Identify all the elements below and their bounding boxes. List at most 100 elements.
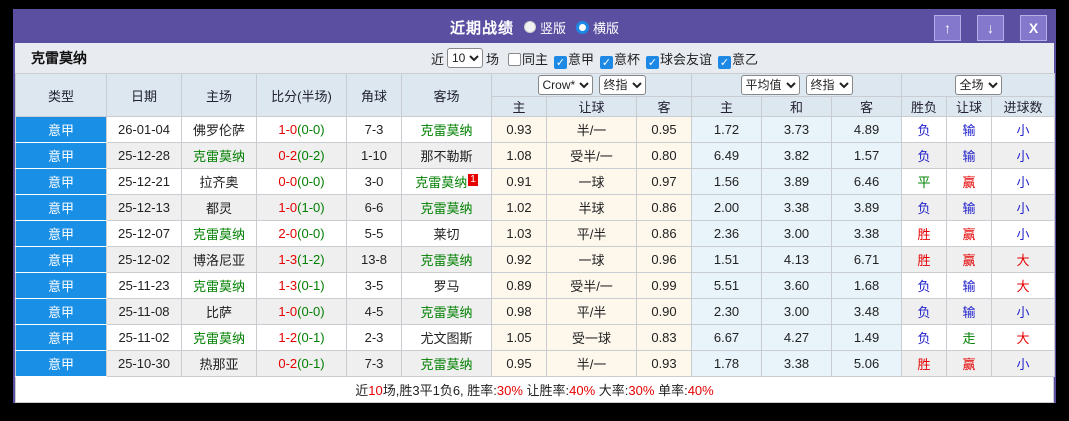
league-badge[interactable]: 意甲 [16,117,107,143]
league-badge[interactable]: 意甲 [16,169,107,195]
league-badge[interactable]: 意甲 [16,143,107,169]
odds-group-header: Crow* 终指 [492,74,692,97]
home-team[interactable]: 佛罗伦萨 [182,117,257,143]
away-team[interactable]: 克雷莫纳 [402,351,492,377]
score: 1-0(0-0) [257,117,347,143]
bookmaker-select[interactable]: Crow* [538,75,593,95]
red-card-badge: 1 [468,174,478,186]
avg-home: 6.67 [692,325,762,351]
odds-away: 0.93 [637,351,692,377]
close-icon: X [1029,20,1038,36]
result-outcome: 平 [902,169,947,195]
league-badge[interactable]: 意甲 [16,273,107,299]
checkbox-意杯[interactable]: ✓ [600,56,613,69]
home-team[interactable]: 博洛尼亚 [182,247,257,273]
result-outcome: 负 [902,325,947,351]
odds-stage-select-2[interactable]: 终指 [806,75,853,95]
table-row: 意甲 25-10-30 热那亚 0-2(0-1) 7-3 克雷莫纳 0.95 半… [16,351,1055,377]
subheader-odds-home: 主 [492,97,547,117]
home-team[interactable]: 都灵 [182,195,257,221]
checkbox-意乙[interactable]: ✓ [718,56,731,69]
score: 0-2(0-1) [257,351,347,377]
subheader-avg-away: 客 [832,97,902,117]
score: 1-3(1-2) [257,247,347,273]
away-team[interactable]: 那不勒斯 [402,143,492,169]
avg-draw: 4.13 [762,247,832,273]
home-team[interactable]: 克雷莫纳 [182,325,257,351]
away-team[interactable]: 罗马 [402,273,492,299]
move-up-button[interactable]: ↑ [934,15,961,41]
result-outcome: 负 [902,299,947,325]
odds-handicap: 一球 [547,169,637,195]
match-date: 25-12-07 [107,221,182,247]
home-team[interactable]: 克雷莫纳 [182,143,257,169]
result-outcome: 负 [902,195,947,221]
home-team[interactable]: 克雷莫纳 [182,221,257,247]
checkbox-意甲[interactable]: ✓ [554,56,567,69]
home-team[interactable]: 热那亚 [182,351,257,377]
league-badge[interactable]: 意甲 [16,351,107,377]
corner-score: 2-3 [347,325,402,351]
radio-selected-icon[interactable] [576,21,589,34]
league-badge[interactable]: 意甲 [16,325,107,351]
home-team[interactable]: 克雷莫纳 [182,273,257,299]
result-goals: 大 [992,247,1055,273]
odds-handicap: 半/一 [547,351,637,377]
match-date: 25-12-21 [107,169,182,195]
result-outcome: 胜 [902,351,947,377]
avg-away: 3.38 [832,221,902,247]
home-team[interactable]: 拉齐奥 [182,169,257,195]
odds-handicap: 受半/一 [547,143,637,169]
score: 1-3(0-1) [257,273,347,299]
result-outcome: 负 [902,143,947,169]
avg-group-header: 平均值 终指 [692,74,902,97]
away-team[interactable]: 克雷莫纳 [402,247,492,273]
subheader-avg-draw: 和 [762,97,832,117]
away-team[interactable]: 克雷莫纳 [402,117,492,143]
table-row: 意甲 25-12-07 克雷莫纳 2-0(0-0) 5-5 莱切 1.03 平/… [16,221,1055,247]
result-handicap: 输 [947,299,992,325]
odds-stage-select-1[interactable]: 终指 [599,75,646,95]
league-badge[interactable]: 意甲 [16,195,107,221]
away-team[interactable]: 克雷莫纳1 [402,169,492,195]
result-goals: 小 [992,351,1055,377]
away-team[interactable]: 克雷莫纳 [402,299,492,325]
away-team[interactable]: 尤文图斯 [402,325,492,351]
odds-away: 0.90 [637,299,692,325]
radio-horizontal-label: 横版 [593,18,619,37]
move-down-button[interactable]: ↓ [977,15,1004,41]
average-select[interactable]: 平均值 [741,75,800,95]
league-badge[interactable]: 意甲 [16,247,107,273]
result-handicap: 输 [947,195,992,221]
away-team[interactable]: 克雷莫纳 [402,195,492,221]
odds-home: 1.02 [492,195,547,221]
odds-away: 0.86 [637,195,692,221]
result-handicap: 赢 [947,169,992,195]
radio-vertical-layout[interactable]: 竖版 [524,18,566,37]
odds-handicap: 半球 [547,195,637,221]
match-date: 25-10-30 [107,351,182,377]
close-button[interactable]: X [1020,15,1047,41]
result-handicap: 走 [947,325,992,351]
titlebar: 近期战绩 竖版 横版 ↑ ↓ X [15,11,1054,43]
corner-score: 4-5 [347,299,402,325]
result-goals: 小 [992,143,1055,169]
radio-horizontal-layout[interactable]: 横版 [576,18,619,37]
league-badge[interactable]: 意甲 [16,299,107,325]
header-corner: 角球 [347,74,402,117]
avg-home: 1.72 [692,117,762,143]
away-team[interactable]: 莱切 [402,221,492,247]
league-badge[interactable]: 意甲 [16,221,107,247]
results-table: 类型 日期 主场 比分(半场) 角球 客场 Crow* 终指 平均值 终指 [15,73,1055,377]
radio-unselected-icon[interactable] [524,21,536,33]
match-count-select[interactable]: 10 [447,48,483,68]
avg-away: 1.49 [832,325,902,351]
odds-away: 0.80 [637,143,692,169]
checkbox-球会友谊[interactable]: ✓ [646,56,659,69]
team-name: 克雷莫纳 [31,48,87,68]
period-select[interactable]: 全场 [955,75,1002,95]
checkbox-label: 意乙 [732,52,758,67]
home-team[interactable]: 比萨 [182,299,257,325]
checkbox-同主[interactable] [508,53,521,66]
avg-home: 2.30 [692,299,762,325]
